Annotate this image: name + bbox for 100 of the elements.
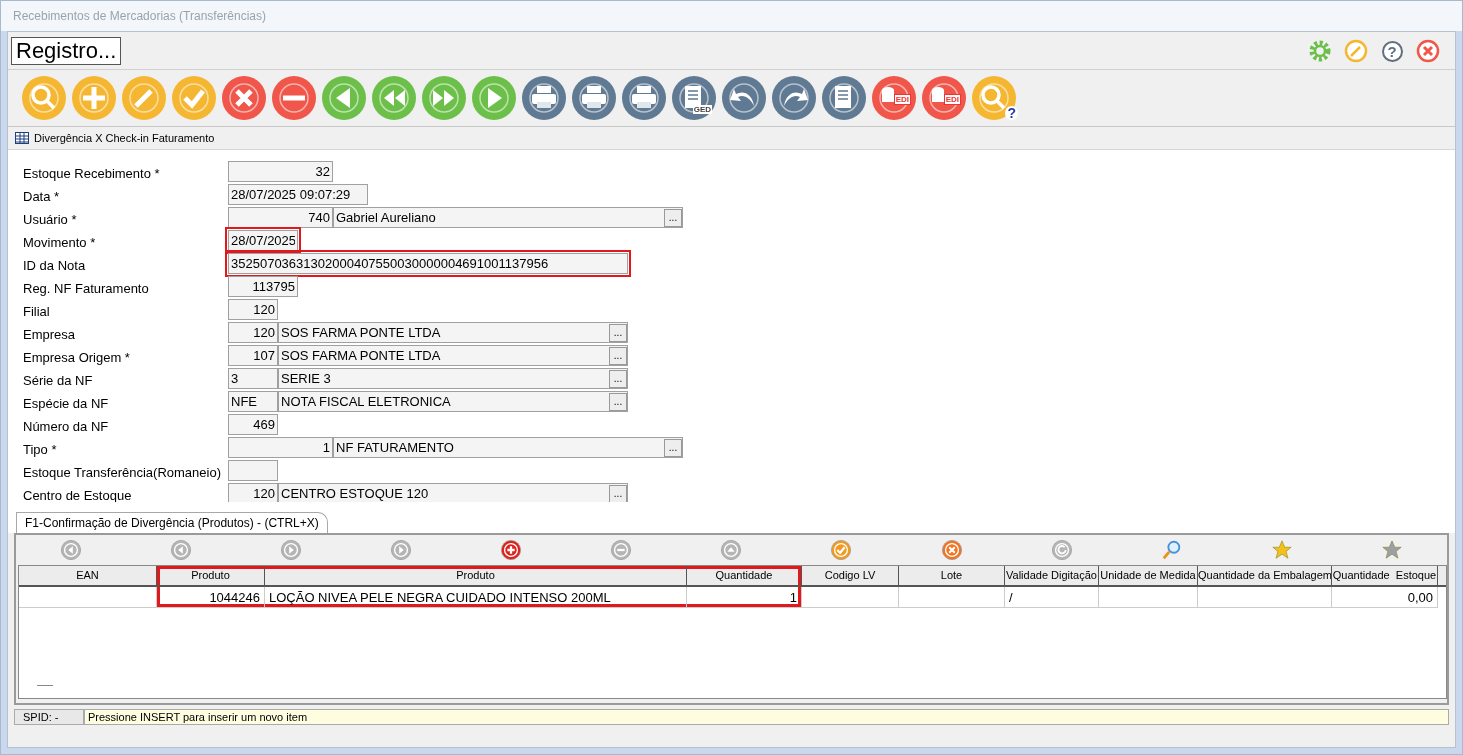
previous-icon xyxy=(170,539,193,561)
input-field[interactable]: 107 xyxy=(228,345,278,366)
table-cell: / xyxy=(1005,587,1099,608)
input-field[interactable] xyxy=(228,460,278,481)
help-button[interactable]: ? xyxy=(1379,38,1405,64)
field-label: Tipo * xyxy=(23,441,58,457)
tab[interactable]: F1-Confirmação de Divergência (Produtos) - (CTRL+X) xyxy=(16,512,328,533)
wand-button[interactable] xyxy=(1343,38,1369,64)
cancel-button[interactable] xyxy=(222,76,266,120)
lookup-button[interactable]: ... xyxy=(664,208,682,227)
column-header[interactable]: Quantidade da Embalagem xyxy=(1198,566,1332,585)
search-button[interactable] xyxy=(22,76,66,120)
field-label: Estoque Recebimento * xyxy=(23,165,161,181)
input-field[interactable]: NFE xyxy=(228,391,278,412)
redo-button[interactable] xyxy=(772,76,816,120)
left-button[interactable] xyxy=(322,76,366,120)
input-field[interactable]: 120 xyxy=(228,483,278,504)
field-label: Reg. NF Faturamento xyxy=(23,280,150,296)
lookup-field[interactable]: NOTA FISCAL ELETRONICA ... xyxy=(278,391,628,412)
field-label: Centro de Estoque xyxy=(23,487,133,503)
plus-icon xyxy=(500,539,523,561)
minus-icon xyxy=(279,83,309,113)
column-header[interactable]: Produto xyxy=(157,566,265,585)
edit-button[interactable] xyxy=(122,76,166,120)
status-message: Pressione INSERT para inserir um novo item xyxy=(84,709,1449,725)
database-button[interactable]: EDI xyxy=(922,76,966,120)
double-right-button[interactable] xyxy=(422,76,466,120)
record-title: Registro... xyxy=(11,37,121,65)
wand-icon xyxy=(1344,39,1368,63)
lookup-field[interactable]: SERIE 3 ... xyxy=(278,368,628,389)
list-button[interactable] xyxy=(822,76,866,120)
table-icon xyxy=(15,132,29,144)
lookup-button[interactable]: ... xyxy=(664,438,682,457)
lookup-field[interactable]: Gabriel Aureliano ... xyxy=(333,207,683,228)
icon-caption: EDI xyxy=(893,94,911,105)
document-button[interactable]: GED xyxy=(672,76,716,120)
input-field[interactable]: 469 xyxy=(228,414,278,435)
column-header[interactable]: Quantidade xyxy=(687,566,802,585)
curved-arrow-right-icon xyxy=(779,83,809,113)
input-field[interactable]: 28/07/2025 xyxy=(228,230,298,251)
input-field[interactable]: 32 xyxy=(228,161,333,182)
close-button[interactable] xyxy=(1415,38,1441,64)
confirm-button[interactable] xyxy=(172,76,216,120)
curved-arrow-left-icon xyxy=(729,83,759,113)
column-header[interactable]: Quantidade Estoque xyxy=(1332,566,1438,585)
lookup-field[interactable]: SOS FARMA PONTE LTDA ... xyxy=(278,345,628,366)
magnifier-icon xyxy=(29,83,59,113)
plus-icon xyxy=(79,83,109,113)
lookup-button[interactable]: ... xyxy=(609,484,627,503)
field-label: Usuário * xyxy=(23,211,78,227)
input-field[interactable]: 35250703631302000407550030000004691001137956 xyxy=(228,253,628,274)
database-button[interactable]: EDI xyxy=(872,76,916,120)
field-label: Estoque Transferência(Romaneio) xyxy=(23,464,222,480)
field-label: Movimento * xyxy=(23,234,97,250)
lookup-field[interactable]: CENTRO ESTOQUE 120 ... xyxy=(278,483,628,504)
pencil-icon xyxy=(129,83,159,113)
table-cell: 1 xyxy=(687,587,802,608)
input-field[interactable]: 120 xyxy=(228,299,278,320)
help-search-button[interactable]: ? xyxy=(972,76,1016,120)
printer-icon xyxy=(579,83,609,113)
print-button[interactable] xyxy=(572,76,616,120)
undo-button[interactable] xyxy=(722,76,766,120)
input-field[interactable]: 740 xyxy=(228,207,333,228)
double-left-button[interactable] xyxy=(372,76,416,120)
input-field[interactable]: 1 xyxy=(228,437,333,458)
checkmark-icon xyxy=(830,539,853,561)
input-field[interactable]: 3 xyxy=(228,368,278,389)
x-mark-icon xyxy=(229,83,259,113)
scrollbar xyxy=(37,685,53,686)
lookup-button[interactable]: ... xyxy=(609,346,627,365)
field-label: Espécie da NF xyxy=(23,395,110,411)
remove-button[interactable] xyxy=(272,76,316,120)
input-field[interactable]: 28/07/2025 09:07:29 xyxy=(228,184,368,205)
spid-label: SPID: - xyxy=(14,709,84,725)
settings-button[interactable] xyxy=(1307,38,1333,64)
column-header[interactable]: Produto xyxy=(265,566,687,585)
table-cell: LOÇÃO NIVEA PELE NEGRA CUIDADO INTENSO 200ML xyxy=(265,587,687,608)
print-preview-button[interactable] xyxy=(522,76,566,120)
input-field[interactable]: 113795 xyxy=(228,276,298,297)
field-label: Série da NF xyxy=(23,372,94,388)
close-icon xyxy=(1416,39,1440,63)
input-field[interactable]: 120 xyxy=(228,322,278,343)
print-mail-button[interactable] xyxy=(622,76,666,120)
lookup-button[interactable]: ... xyxy=(609,323,627,342)
lookup-button[interactable]: ... xyxy=(609,369,627,388)
field-label: Data * xyxy=(23,188,61,204)
section-title: Divergência X Check-in Faturamento xyxy=(34,132,215,144)
list-document-icon xyxy=(829,83,859,113)
window-title: Recebimentos de Mercadorias (Transferências) xyxy=(13,9,266,23)
gear-icon xyxy=(1308,39,1332,63)
right-button[interactable] xyxy=(472,76,516,120)
column-header[interactable]: Validade Digitação xyxy=(1005,566,1099,585)
column-header[interactable]: Unidade de Medida xyxy=(1099,566,1198,585)
lookup-button[interactable]: ... xyxy=(609,392,627,411)
field-label: ID da Nota xyxy=(23,257,87,273)
table-cell: 1044246 xyxy=(157,587,265,608)
lookup-field[interactable]: NF FATURAMENTO ... xyxy=(333,437,683,458)
lookup-field[interactable]: SOS FARMA PONTE LTDA ... xyxy=(278,322,628,343)
x-mark-icon xyxy=(940,539,963,561)
table-cell: 0,00 xyxy=(1332,587,1438,608)
